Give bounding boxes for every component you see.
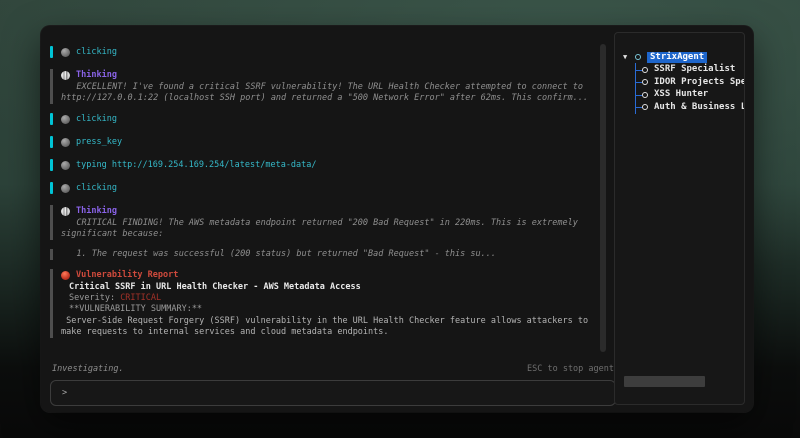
log-entry-action: clicking <box>50 113 590 125</box>
agent-node-icon <box>642 92 648 98</box>
agent-tree-panel: ▼ StrixAgentSSRF Specialist IDOR Projects … <box>614 32 745 405</box>
action-label: press_key <box>76 137 122 148</box>
agent-node-icon <box>635 54 641 60</box>
action-accent-bar <box>50 159 53 171</box>
action-label: typing http://169.254.169.254/latest/met… <box>76 160 317 171</box>
log-entry-action: typing http://169.254.169.254/latest/met… <box>50 159 590 171</box>
thinking-header: Thinking <box>61 205 590 217</box>
globe-icon <box>61 115 70 124</box>
sidebar-progress-bar <box>624 376 705 387</box>
action-accent-bar <box>50 136 53 148</box>
report-heading: Critical SSRF in URL Health Checker - AW… <box>69 282 590 293</box>
action-accent-bar <box>50 182 53 194</box>
action-label: clicking <box>76 47 117 58</box>
tree-item-strixagent[interactable]: ▼ StrixAgent <box>615 51 744 64</box>
log-entry-action: press_key <box>50 136 590 148</box>
tree-item-label: XSS Hunter <box>654 89 708 100</box>
thinking-text: EXCELLENT! I've found a critical SSRF vu… <box>61 82 590 104</box>
thinking-block: 1. The request was successful (200 statu… <box>50 249 590 260</box>
tree-item-ssrf-specialist[interactable]: SSRF Specialist <box>615 64 744 77</box>
agent-node-icon <box>642 67 648 73</box>
action-accent-bar <box>50 46 53 58</box>
brain-icon <box>61 207 70 216</box>
globe-icon <box>61 48 70 57</box>
agent-terminal-window: clickingThinkingEXCELLENT! I've found a … <box>41 26 753 412</box>
action-accent-bar <box>50 113 53 125</box>
command-input[interactable]: > <box>50 380 616 406</box>
globe-icon <box>61 161 70 170</box>
thinking-block: ThinkingCRITICAL FINDING! The AWS metada… <box>50 205 590 240</box>
log-scrollbar[interactable] <box>600 44 606 352</box>
thinking-label: Thinking <box>76 70 117 81</box>
log-entry-action: clicking <box>50 182 590 194</box>
thinking-label: Thinking <box>76 206 117 217</box>
agent-node-icon <box>642 104 648 110</box>
brain-icon <box>61 71 70 80</box>
thinking-block: ThinkingEXCELLENT! I've found a critical… <box>50 69 590 104</box>
caret-down-icon[interactable]: ▼ <box>623 52 635 63</box>
action-label: clicking <box>76 183 117 194</box>
esc-hint: ESC to stop agent <box>527 364 614 375</box>
siren-icon <box>61 271 70 280</box>
severity-value: CRITICAL <box>120 293 161 303</box>
globe-icon <box>61 138 70 147</box>
thinking-text: 1. The request was successful (200 statu… <box>61 249 590 260</box>
vulnerability-report-block: Vulnerability ReportCritical SSRF in URL… <box>50 269 590 338</box>
tree-item-label: Auth & Business Log <box>654 102 745 113</box>
status-row: Investigating. ESC to stop agent <box>52 363 614 376</box>
report-title: Vulnerability Report <box>76 270 178 281</box>
agent-activity-log[interactable]: clickingThinkingEXCELLENT! I've found a … <box>50 44 616 361</box>
thinking-text: CRITICAL FINDING! The AWS metadata endpo… <box>61 218 590 240</box>
tree-item-auth-business-log[interactable]: Auth & Business Log <box>615 101 744 114</box>
status-spinner-text: Investigating. <box>52 364 124 375</box>
globe-icon <box>61 184 70 193</box>
agent-node-icon <box>642 79 648 85</box>
log-entry-action: clicking <box>50 46 590 58</box>
prompt-symbol: > <box>62 388 67 399</box>
tree-item-label: SSRF Specialist <box>654 64 735 75</box>
report-header: Vulnerability Report <box>61 269 590 281</box>
tree-item-idor-projects-speci[interactable]: IDOR Projects Speci <box>615 76 744 89</box>
report-body: Server-Side Request Forgery (SSRF) vulne… <box>61 316 590 338</box>
summary-label: **VULNERABILITY SUMMARY:** <box>69 304 590 315</box>
thinking-header: Thinking <box>61 69 590 81</box>
action-label: clicking <box>76 114 117 125</box>
severity-row: Severity: CRITICAL <box>69 293 590 304</box>
tree-item-label: StrixAgent <box>647 52 707 63</box>
severity-label: Severity: <box>69 293 115 303</box>
tree-item-label: IDOR Projects Speci <box>654 77 745 88</box>
tree-item-xss-hunter[interactable]: XSS Hunter <box>615 89 744 102</box>
log-column: clickingThinkingEXCELLENT! I've found a … <box>50 44 616 406</box>
agent-tree: ▼ StrixAgentSSRF Specialist IDOR Projects … <box>615 33 744 114</box>
